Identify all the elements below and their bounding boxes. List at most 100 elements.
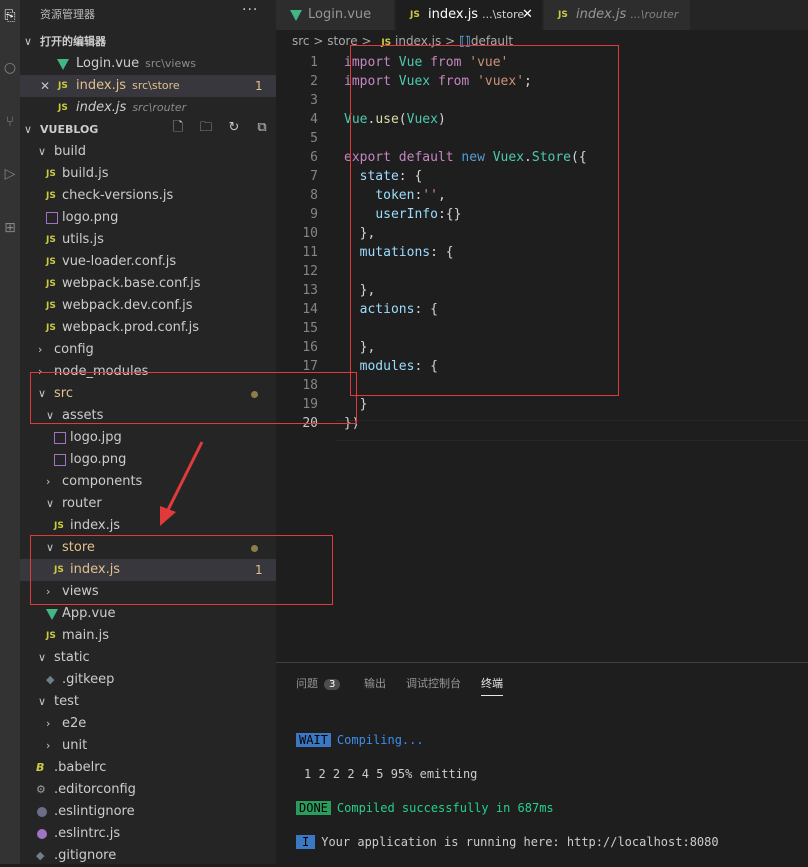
close-icon[interactable]: ✕: [40, 75, 50, 97]
tab-debug-console[interactable]: 调试控制台: [406, 675, 461, 691]
tree-file-app-vue[interactable]: App.vue: [20, 603, 276, 625]
tab-output[interactable]: 输出: [364, 675, 386, 691]
vue-file-icon: [46, 609, 58, 620]
folder-name: e2e: [62, 716, 87, 731]
js-file-icon: JS: [58, 81, 68, 91]
wait-tag: WAIT: [296, 733, 331, 747]
tab-login-vue[interactable]: Login.vue: [276, 0, 394, 30]
tab-label: index.js: [576, 7, 627, 22]
search-icon[interactable]: ○: [0, 56, 20, 80]
source-control-icon[interactable]: ⑂: [0, 110, 20, 134]
open-editor-login-vue[interactable]: Login.vue src\views: [20, 53, 276, 75]
chevron-right-icon: ›: [46, 475, 51, 488]
new-folder-icon[interactable]: 🗀: [198, 120, 214, 136]
tree-file-main-js[interactable]: JS main.js: [20, 625, 276, 647]
tab-store-index[interactable]: JS index.js ...\store ✕: [396, 0, 542, 30]
extensions-icon[interactable]: ⊞: [0, 216, 20, 240]
wait-message: Compiling...: [336, 733, 424, 747]
tab-path: ...\store: [482, 8, 525, 21]
tab-path: ...\router: [630, 8, 679, 21]
info-tag: I: [296, 835, 316, 849]
file-name: Login.vue: [76, 56, 140, 71]
line-number: 2: [310, 74, 318, 89]
chevron-right-icon: ›: [46, 717, 51, 730]
tree-file-logo-png-build[interactable]: logo.png: [20, 207, 276, 229]
terminal-line-progress: 1 2 2 2 4 5 95% emitting: [304, 767, 478, 781]
open-editor-router-index[interactable]: JS index.js src\router: [20, 97, 276, 119]
file-name: index.js: [76, 78, 127, 93]
tree-folder-build[interactable]: ∨ build: [20, 141, 276, 163]
current-line-highlight: [336, 420, 808, 441]
folder-name: test: [54, 694, 79, 709]
tree-folder-router[interactable]: ∨ router: [20, 493, 276, 515]
chevron-down-icon: ∨: [24, 123, 33, 136]
breadcrumb-src[interactable]: src: [292, 34, 310, 48]
tree-file-build-js[interactable]: JS build.js: [20, 163, 276, 185]
editor-tab-bar: Login.vue JS index.js ...\store ✕ JS inde…: [276, 0, 808, 30]
tree-file-webpack-prod[interactable]: JS webpack.prod.conf.js: [20, 317, 276, 339]
tab-terminal[interactable]: 终端: [481, 675, 503, 696]
tree-file-webpack-base[interactable]: JS webpack.base.conf.js: [20, 273, 276, 295]
tree-file-editorconfig[interactable]: ⚙ .editorconfig: [20, 779, 276, 801]
file-name: logo.png: [70, 452, 127, 467]
folder-name: static: [54, 650, 90, 665]
file-name: main.js: [62, 628, 109, 643]
tree-folder-unit[interactable]: › unit: [20, 735, 276, 757]
tree-file-eslintignore[interactable]: .eslintignore: [20, 801, 276, 823]
open-editor-store-index[interactable]: ✕ JS index.js src\store 1: [20, 75, 276, 97]
run-debug-icon[interactable]: ▷: [0, 162, 20, 186]
file-path: src\router: [132, 101, 187, 114]
close-icon[interactable]: ✕: [522, 0, 533, 30]
tree-folder-test[interactable]: ∨ test: [20, 691, 276, 713]
file-path: src\views: [145, 57, 196, 70]
collapse-all-icon[interactable]: ⧉: [254, 120, 270, 136]
chevron-down-icon: ∨: [38, 695, 47, 708]
bottom-panel: 问题 3 输出 调试控制台 终端 WAIT Compiling... 1 2 2 2…: [276, 662, 808, 865]
tab-router-index[interactable]: JS index.js ...\router: [544, 0, 690, 30]
tree-file-babelrc[interactable]: B .babelrc: [20, 757, 276, 779]
file-name: check-versions.js: [62, 188, 174, 203]
vue-file-icon: [57, 59, 69, 70]
file-name: webpack.prod.conf.js: [62, 320, 200, 335]
tree-folder-components[interactable]: › components: [20, 471, 276, 493]
tree-folder-e2e[interactable]: › e2e: [20, 713, 276, 735]
line-number: 12: [302, 264, 318, 279]
files-icon[interactable]: ⎘: [0, 4, 20, 28]
js-file-icon: JS: [46, 631, 56, 641]
file-name: .eslintignore: [54, 804, 135, 819]
tree-folder-config[interactable]: › config: [20, 339, 276, 361]
tab-problems[interactable]: 问题 3: [296, 675, 341, 691]
line-number: 8: [310, 188, 318, 203]
tree-file-check-versions[interactable]: JS check-versions.js: [20, 185, 276, 207]
line-number: 5: [310, 131, 318, 146]
open-editors-header[interactable]: ∨ 打开的编辑器: [20, 31, 276, 53]
tree-file-utils[interactable]: JS utils.js: [20, 229, 276, 251]
folder-name: router: [62, 496, 102, 511]
tree-file-logo-png[interactable]: logo.png: [20, 449, 276, 471]
annotation-box-code: [350, 45, 619, 396]
more-actions-icon[interactable]: ···: [242, 2, 258, 18]
file-name: index.js: [76, 100, 127, 115]
refresh-icon[interactable]: ↻: [226, 120, 242, 136]
chevron-right-icon: ›: [46, 739, 51, 752]
info-message: Your application is running here: http:/…: [321, 835, 719, 849]
tree-file-vue-loader[interactable]: JS vue-loader.conf.js: [20, 251, 276, 273]
file-name: vue-loader.conf.js: [62, 254, 177, 269]
problem-count-badge: 1: [255, 79, 263, 93]
file-name: build.js: [62, 166, 109, 181]
js-file-icon: JS: [558, 10, 568, 20]
tree-file-webpack-dev[interactable]: JS webpack.dev.conf.js: [20, 295, 276, 317]
line-number: 9: [310, 207, 318, 222]
tree-folder-static[interactable]: ∨ static: [20, 647, 276, 669]
file-name: .babelrc: [54, 760, 107, 775]
tree-file-router-index[interactable]: JS index.js: [20, 515, 276, 537]
image-file-icon: [54, 454, 66, 466]
line-number: 15: [302, 321, 318, 336]
tree-file-logo-jpg[interactable]: logo.jpg: [20, 427, 276, 449]
tree-file-gitkeep[interactable]: ◆ .gitkeep: [20, 669, 276, 691]
tree-file-eslintrc[interactable]: .eslintrc.js: [20, 823, 276, 845]
problem-count-badge: 3: [324, 679, 341, 690]
chevron-down-icon: ∨: [46, 497, 55, 510]
open-editors-title: 打开的编辑器: [40, 35, 106, 48]
new-file-icon[interactable]: 🗋: [170, 120, 186, 136]
